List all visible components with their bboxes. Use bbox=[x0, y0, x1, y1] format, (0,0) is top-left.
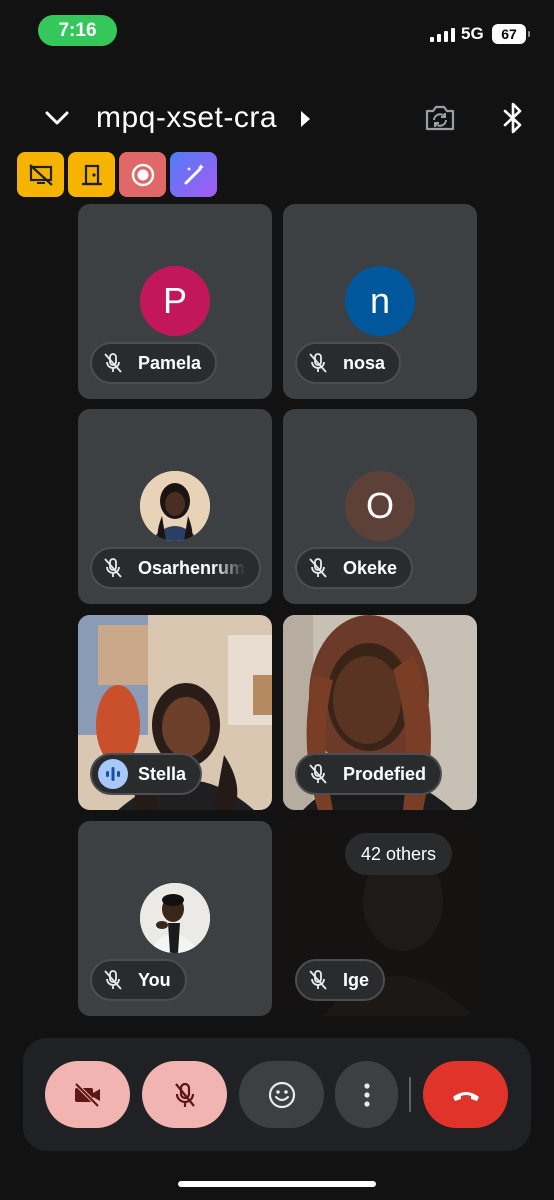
bluetooth-icon[interactable] bbox=[500, 101, 526, 135]
participant-tile[interactable]: n nosa bbox=[283, 204, 477, 399]
participant-name-chip: Ige bbox=[295, 959, 386, 1001]
recording-badge[interactable] bbox=[119, 152, 166, 197]
divider bbox=[409, 1077, 411, 1112]
magic-pen-icon bbox=[184, 163, 204, 184]
signal-icon bbox=[430, 27, 455, 42]
call-control-bar bbox=[23, 1038, 531, 1151]
chevron-down-icon[interactable] bbox=[44, 105, 70, 131]
emoji-icon bbox=[268, 1081, 295, 1108]
participant-name: Pamela bbox=[138, 352, 202, 373]
meeting-code[interactable]: mpq-xset-cra bbox=[96, 101, 277, 135]
camera-off-icon bbox=[74, 1082, 100, 1107]
participant-name: Stella bbox=[138, 763, 187, 784]
participant-tile[interactable]: O Okeke bbox=[283, 409, 477, 604]
home-indicator[interactable] bbox=[178, 1181, 376, 1187]
mic-off-icon bbox=[98, 965, 128, 995]
camera-toggle-button[interactable] bbox=[45, 1061, 130, 1128]
avatar bbox=[140, 471, 210, 541]
mic-off-icon bbox=[98, 553, 128, 583]
participant-video-tile[interactable]: Stella bbox=[78, 615, 272, 810]
profile-photo bbox=[140, 883, 210, 953]
reactions-button[interactable] bbox=[239, 1061, 324, 1128]
mic-off-icon bbox=[98, 348, 128, 378]
participant-name: Ige bbox=[343, 969, 370, 990]
more-options-button[interactable] bbox=[335, 1061, 398, 1128]
meeting-header: mpq-xset-cra bbox=[0, 95, 554, 143]
participant-name-chip: Pamela bbox=[90, 342, 218, 384]
avatar bbox=[140, 883, 210, 953]
screen-off-icon bbox=[28, 163, 53, 186]
end-call-icon bbox=[452, 1091, 479, 1101]
participant-name: Prodefied bbox=[343, 763, 427, 784]
avatar: P bbox=[140, 266, 210, 336]
participant-name-chip: Osarhenrum bbox=[90, 547, 262, 589]
participant-tile[interactable]: P Pamela bbox=[78, 204, 272, 399]
participant-tile-self[interactable]: You bbox=[78, 821, 272, 1016]
participant-name-chip: You bbox=[90, 959, 187, 1001]
status-time: 7:16 bbox=[38, 15, 117, 46]
no-screenshare-badge[interactable] bbox=[17, 152, 64, 197]
mic-toggle-button[interactable] bbox=[142, 1061, 227, 1128]
participant-name: nosa bbox=[343, 352, 386, 373]
participant-name: Osarhenrum bbox=[138, 557, 246, 578]
speaking-indicator-icon bbox=[98, 759, 128, 789]
mic-off-icon bbox=[303, 965, 333, 995]
more-vert-icon bbox=[363, 1082, 370, 1107]
participant-name-chip: Okeke bbox=[295, 547, 414, 589]
participant-video-tile[interactable]: Prodefied bbox=[283, 615, 477, 810]
participant-name-chip: nosa bbox=[295, 342, 402, 384]
avatar: O bbox=[345, 471, 415, 541]
host-controls-badge[interactable] bbox=[68, 152, 115, 197]
network-type: 5G bbox=[461, 24, 484, 43]
participant-name-chip: Prodefied bbox=[295, 753, 443, 795]
gemini-notes-badge[interactable] bbox=[170, 152, 217, 197]
participant-name-chip: Stella bbox=[90, 753, 203, 795]
battery-icon: 67 bbox=[492, 24, 530, 44]
others-tile[interactable]: 42 others Ige bbox=[283, 821, 477, 1016]
mic-off-icon bbox=[303, 759, 333, 789]
switch-camera-icon[interactable] bbox=[423, 103, 457, 133]
others-count-chip[interactable]: 42 others bbox=[345, 833, 453, 875]
status-bar: 7:16 5G 67 bbox=[0, 0, 554, 62]
participant-name: You bbox=[138, 969, 171, 990]
meeting-badges bbox=[17, 152, 217, 197]
avatar: n bbox=[345, 266, 415, 336]
mic-off-icon bbox=[174, 1082, 195, 1107]
participant-tile[interactable]: Osarhenrum bbox=[78, 409, 272, 604]
end-call-button[interactable] bbox=[423, 1061, 508, 1128]
participant-name: Okeke bbox=[343, 557, 398, 578]
profile-photo bbox=[140, 471, 210, 541]
door-icon bbox=[81, 164, 102, 185]
mic-off-icon bbox=[303, 553, 333, 583]
record-icon bbox=[131, 163, 154, 186]
mic-off-icon bbox=[303, 348, 333, 378]
caret-right-icon[interactable] bbox=[301, 111, 310, 127]
